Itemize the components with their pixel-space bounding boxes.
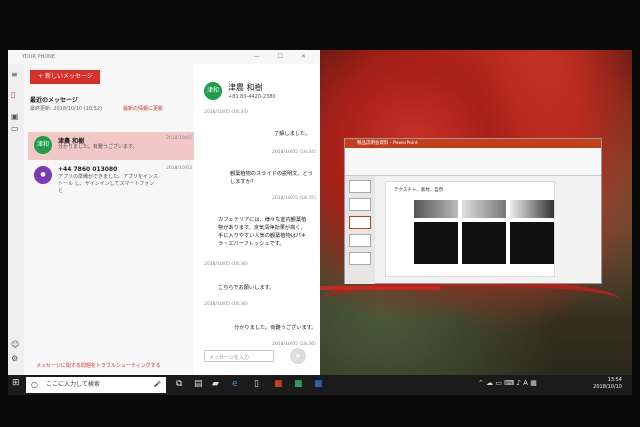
powerpoint-icon[interactable]: ■ — [274, 379, 283, 389]
message-timestamp: 2018/10/05 (18:34) — [204, 110, 248, 115]
bridge-rail — [320, 286, 440, 290]
send-icon[interactable]: ➤ — [290, 348, 306, 364]
feedback-icon[interactable]: ☺ — [11, 340, 19, 349]
troubleshoot-link[interactable]: メッセージに関する問題をトラブルシューティングする — [36, 362, 161, 369]
slide-text-panel — [462, 222, 506, 264]
slide-title: テクスチャ、素材、自然 — [394, 188, 444, 193]
message-text: 観葉植物のスライドの説明文、どうしますか? — [230, 171, 314, 185]
slide-text-panel — [510, 222, 554, 264]
conversation-date: 2018/10/05 — [166, 136, 192, 141]
conversation-date: 2018/10/03 — [166, 166, 192, 171]
recent-messages-title: 最近のメッセージ — [30, 97, 78, 104]
avatar: 津和 — [34, 136, 52, 154]
message-timestamp: 2018/10/05 (18:36) — [272, 342, 316, 347]
store-icon[interactable]: ▤ — [194, 379, 203, 389]
contact-number: +81 80-4420-2380 — [228, 94, 276, 100]
message-timestamp: 2018/10/05 (18:36) — [204, 302, 248, 307]
message-text: 了解しました。 — [274, 131, 311, 137]
excel-icon[interactable]: ■ — [294, 379, 303, 389]
window-controls[interactable]: — ☐ ✕ — [254, 53, 314, 60]
task-view-icon[interactable]: ⧉ — [176, 379, 182, 389]
slide-thumbnail[interactable] — [349, 180, 371, 193]
messages-icon[interactable]: ▭ — [11, 124, 19, 133]
windows-start-icon[interactable]: ⊞ — [12, 378, 20, 388]
taskbar: ⊞ ○ ここに入力して検索 🎤 ⧉ ▤ ▰ e ▯ ■ ■ ■ ⌃ ☁ ▭ ⌨ … — [8, 375, 632, 395]
conversation-name: +44 7860 013080 — [58, 166, 118, 173]
message-text: カフェテリアには、様々な室内観葉植物があります。京気清浄効果が高く、手に入りやす… — [218, 217, 307, 247]
contact-name: 津農 和樹 — [228, 83, 263, 92]
conversation-preview: アプリの準備ができました。アプリをインストール し、サインインしてスマートフォン… — [58, 174, 158, 194]
system-tray-icons[interactable]: ⌃ ☁ ▭ ⌨ ♪ A ▦ — [478, 379, 537, 387]
message-input[interactable]: メッセージを入力 — [204, 350, 274, 362]
message-text: 分かりました。有難うございます。 — [234, 325, 317, 331]
slide-canvas[interactable]: テクスチャ、素材、自然 — [385, 181, 555, 277]
nav-rail: ≡ ▯ ▣ ▭ ☺ ⚙ — [8, 64, 24, 375]
conversation-item[interactable]: 津和 津農 和樹 2018/10/05 分かりました。有難うございます。 — [28, 132, 198, 160]
slide-thumbnail[interactable] — [349, 234, 371, 247]
taskbar-search[interactable]: ○ ここに入力して検索 🎤 — [26, 377, 166, 393]
refresh-link[interactable]: 最新の情報に更新 — [123, 105, 163, 112]
slide-image — [510, 200, 554, 218]
screen: YOUR PHONE — ☐ ✕ ≡ ▯ ▣ ▭ ☺ ⚙ + 新しいメッセージ … — [8, 50, 632, 395]
photos-icon[interactable]: ▣ — [11, 112, 19, 121]
phone-icon[interactable]: ▯ — [11, 90, 15, 99]
message-text: こちらでお願いします。 — [218, 285, 275, 291]
ppt-title: 製品説明会資料 - PowerPoint — [345, 139, 601, 148]
new-message-button[interactable]: + 新しいメッセージ — [30, 70, 100, 84]
slide-text-panel — [414, 222, 458, 264]
last-updated: 最終更新: 2018/10/10 (10:52) — [30, 106, 102, 112]
plus-icon: + — [38, 73, 45, 80]
slide-image — [414, 200, 458, 218]
slide-image — [462, 200, 506, 218]
menu-icon[interactable]: ≡ — [11, 70, 18, 79]
cortana-icon: ○ — [31, 380, 38, 389]
your-phone-icon[interactable]: ▯ — [254, 379, 259, 389]
conversation-pane: 津和 津農 和樹 +81 80-4420-2380 2018/10/05 (18… — [194, 64, 320, 375]
message-timestamp: 2018/10/05 (18:34) — [272, 150, 316, 155]
explorer-icon[interactable]: ▰ — [212, 379, 219, 389]
slide-thumbnail[interactable] — [349, 198, 371, 211]
slide-thumbnail[interactable] — [349, 252, 371, 265]
message-timestamp: 2018/10/05 (18:35) — [272, 196, 316, 201]
powerpoint-window[interactable]: 製品説明会資料 - PowerPoint テクスチャ、素材、自然 — [344, 138, 602, 284]
avatar: 津和 — [204, 82, 222, 100]
person-icon: ● — [34, 166, 52, 184]
message-timestamp: 2018/10/05 (18:36) — [204, 262, 248, 267]
conversation-item[interactable]: ● +44 7860 013080 2018/10/03 アプリの準備ができまし… — [28, 162, 198, 194]
ppt-ribbon[interactable] — [345, 148, 601, 176]
conversation-preview: 分かりました。有難うございます。 — [58, 144, 138, 150]
slide-thumbnails[interactable] — [345, 176, 375, 284]
settings-icon[interactable]: ⚙ — [11, 354, 18, 363]
slide-thumbnail[interactable] — [349, 216, 371, 229]
taskbar-clock[interactable]: 13:54 2018/10/10 — [593, 377, 622, 391]
edge-icon[interactable]: e — [232, 379, 238, 389]
word-icon[interactable]: ■ — [314, 379, 323, 389]
your-phone-window: YOUR PHONE — ☐ ✕ ≡ ▯ ▣ ▭ ☺ ⚙ + 新しいメッセージ … — [8, 50, 320, 375]
microphone-icon: 🎤 — [153, 381, 161, 388]
